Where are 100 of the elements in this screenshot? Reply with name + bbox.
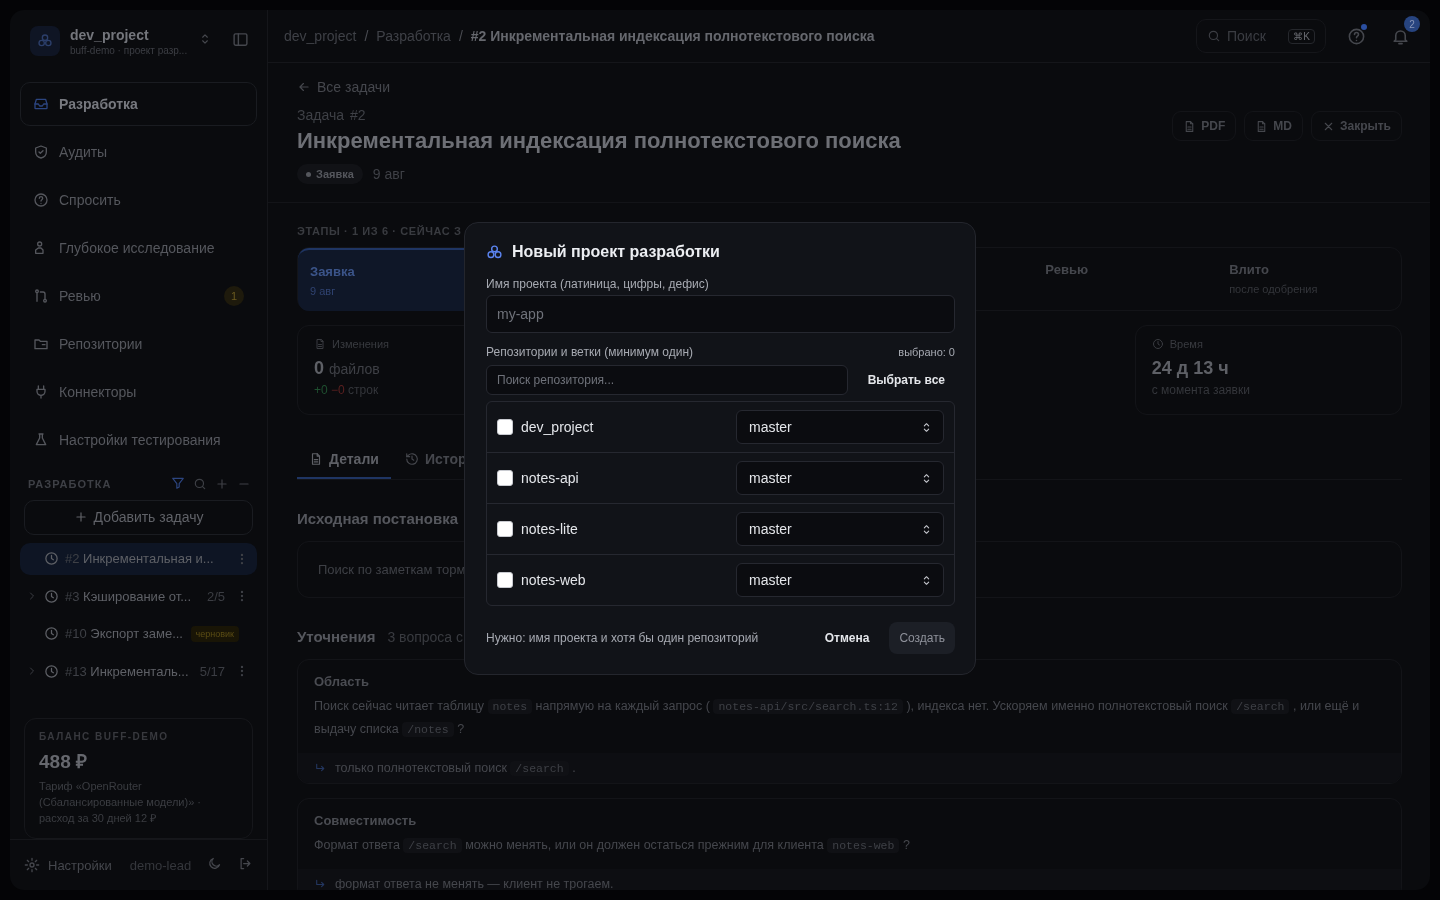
file-icon [314, 338, 326, 350]
breadcrumb-separator: / [458, 28, 463, 44]
help-icon [1346, 26, 1366, 46]
clock-icon [44, 626, 59, 642]
repo-name: dev_project [521, 419, 594, 435]
section-title: РАЗРАБОТКА [28, 478, 112, 490]
count-badge: 1 [224, 286, 244, 306]
question-title: Совместимость [314, 813, 417, 828]
nav-label: Настройки тестирования [59, 432, 221, 448]
nav-label: Репозитории [59, 336, 143, 352]
plus-icon [215, 477, 229, 491]
task-title: #3 Кэширование от... [65, 588, 192, 604]
nav-label: Аудиты [59, 144, 108, 160]
task-title: Инкрементальная индексация полнотекстового поиска [297, 128, 901, 154]
nav-item[interactable]: Разработка [20, 82, 257, 126]
select-all-button[interactable]: Выбрать все [857, 367, 955, 393]
nav-label: Ревью [59, 288, 101, 304]
stage-note: 9 авг [310, 285, 337, 297]
search-icon [193, 477, 207, 491]
branch-select[interactable]: master [736, 410, 944, 444]
cancel-button[interactable]: Отмена [814, 623, 880, 653]
repo-name: notes-web [521, 572, 586, 588]
section-title: Исходная постановка [297, 510, 459, 527]
dialog-title: Новый проект разработки [512, 243, 720, 261]
back-link[interactable]: Все задачи [317, 79, 390, 95]
toolbar-button[interactable]: PDF [1172, 111, 1237, 141]
filter-icon [171, 476, 185, 490]
field-label: Имя проекта (латиница, цифры, дефис) [486, 277, 710, 291]
field-label: Репозитории и ветки (минимум один) [486, 345, 694, 359]
nav-item[interactable]: Коннекторы [20, 370, 257, 414]
notification-badge: 2 [1404, 16, 1420, 32]
nav-label: Глубокое исследование [59, 240, 215, 256]
add-task-button[interactable]: Добавить задачу [24, 500, 253, 535]
repo-name: notes-lite [521, 521, 578, 537]
nav-item[interactable]: Аудиты [20, 130, 257, 174]
file-icon [309, 452, 323, 466]
nav-item[interactable]: Глубокое исследование [20, 226, 257, 270]
plus-icon [73, 510, 88, 525]
nav-label: Разработка [59, 96, 138, 112]
task-kind: Задача [297, 107, 344, 123]
repo-search-input[interactable]: Поиск репозитория... [486, 365, 848, 395]
history-icon [404, 452, 419, 466]
branch-select[interactable]: master [736, 563, 944, 597]
status-chip: Заявка [297, 164, 363, 184]
nav-item[interactable]: Репозитории [20, 322, 257, 366]
checkbox[interactable] [497, 419, 513, 435]
sidebar-toggle-icon [232, 30, 249, 48]
clock-icon [44, 663, 59, 679]
folder-icon [33, 336, 49, 352]
nav-label: Спросить [59, 192, 121, 208]
nav-item[interactable]: Ревью 1 [20, 274, 257, 318]
project-name: dev_project [70, 26, 150, 43]
stage-name: Ревью [1045, 262, 1089, 277]
draft-badge: черновик [190, 625, 239, 642]
reply-arrow-icon [314, 877, 327, 890]
cluster-icon [486, 243, 503, 261]
logout-icon [238, 856, 253, 872]
checkbox[interactable] [497, 470, 513, 486]
stat-value: 0 файлов [314, 358, 380, 379]
breadcrumb: #2 Инкрементальная индексация полнотекстового поиска [470, 28, 875, 44]
balance-amount: 488 ₽ [39, 750, 88, 775]
nav-label: Коннекторы [59, 384, 137, 400]
help-icon [33, 192, 49, 208]
toolbar-button[interactable]: MD [1244, 111, 1303, 141]
stage-name: Влито [1229, 262, 1270, 277]
task-number: #2 [350, 107, 366, 123]
branch-select[interactable]: master [736, 461, 944, 495]
answer-text: формат ответа не менять — клиент не трогаем. [335, 877, 614, 890]
task-title: #13 Инкременталь... [65, 663, 189, 679]
search-icon [1207, 29, 1221, 43]
stage-name: Заявка [310, 264, 356, 279]
task-date: 9 авг [372, 166, 405, 182]
checkbox[interactable] [497, 572, 513, 588]
clock-icon [44, 551, 59, 567]
selected-count: выбрано: 0 [898, 346, 955, 358]
tab[interactable]: Детали [297, 441, 391, 479]
clock-icon [44, 588, 59, 604]
question-title: Область [314, 674, 369, 689]
breadcrumb-separator: / [364, 28, 369, 44]
breadcrumb[interactable]: Разработка [376, 28, 451, 44]
toolbar-button[interactable]: Закрыть [1310, 111, 1402, 141]
hint-text: Нужно: имя проекта и хотя бы один репозиторий [486, 631, 760, 645]
task-item[interactable]: #10 Экспорт заме... черновик [20, 617, 257, 650]
nav-item[interactable]: Настройки тестирования [20, 418, 257, 462]
cluster-icon [37, 33, 53, 49]
stat-value: 24 д 13 ч [1151, 358, 1229, 379]
project-name-input[interactable]: my-app [486, 295, 955, 333]
repo-name: notes-api [521, 470, 579, 486]
checkbox[interactable] [497, 521, 513, 537]
nav-item[interactable]: Спросить [20, 178, 257, 222]
clock-icon [1151, 338, 1164, 350]
flask-icon [33, 432, 49, 448]
settings-link[interactable]: Настройки [48, 857, 112, 873]
merge-icon [33, 288, 49, 304]
arrow-left-icon [297, 80, 311, 94]
branch-select[interactable]: master [736, 512, 944, 546]
breadcrumb[interactable]: dev_project [284, 28, 357, 44]
plug-icon [33, 384, 49, 400]
inbox-icon [33, 96, 49, 112]
moon-icon [207, 856, 222, 872]
